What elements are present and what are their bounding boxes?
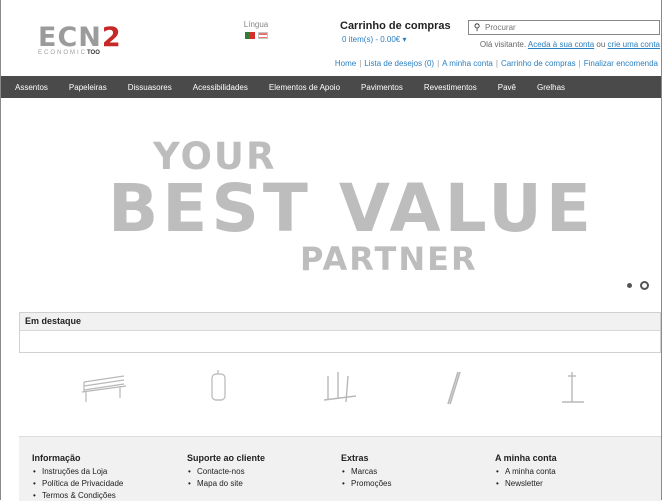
footer-heading: Informação <box>32 453 81 463</box>
cart-summary: Carrinho de compras 0 item(s) - 0.00€ ▾ <box>340 20 451 44</box>
flag-portugal-icon[interactable] <box>244 32 255 39</box>
nav-item-acessibilidades[interactable]: Acessibilidades <box>193 83 248 92</box>
search-icon[interactable]: ⚲ <box>469 22 485 33</box>
product-thumbnails <box>60 368 620 418</box>
footer-column-support: Suporte ao cliente Contacte-nos Mapa do … <box>187 453 265 491</box>
top-link-account[interactable]: A minha conta <box>442 59 493 68</box>
featured-section: Em destaque <box>19 312 661 353</box>
nav-item-grelhas[interactable]: Grelhas <box>537 83 565 92</box>
footer-link[interactable]: A minha conta <box>495 467 557 476</box>
product-post-image[interactable] <box>438 368 468 408</box>
nav-item-pavimentos[interactable]: Pavimentos <box>361 83 403 92</box>
footer-heading: Extras <box>341 453 369 463</box>
slider-pagination <box>627 281 649 290</box>
login-link[interactable]: Aceda à sua conta <box>528 40 594 49</box>
search-box: ⚲ <box>468 20 660 35</box>
footer-link[interactable]: Contacte-nos <box>187 467 265 476</box>
slider-dot-2-active[interactable] <box>640 281 649 290</box>
product-support-image[interactable] <box>556 368 590 408</box>
language-selector: Língua <box>236 20 276 39</box>
footer-column-extras: Extras Marcas Promoções <box>341 453 391 491</box>
language-label: Língua <box>243 20 269 29</box>
logo-text: ECN <box>38 22 102 53</box>
footer-link[interactable]: Marcas <box>341 467 391 476</box>
slider-dot-1[interactable] <box>627 283 632 288</box>
footer-column-info: Informação Instruções da Loja Política d… <box>32 453 123 503</box>
banner-line-2: BEST VALUE <box>108 170 595 247</box>
site-logo[interactable]: ECN2 ECONOMICTOO <box>38 24 122 56</box>
top-link-cart[interactable]: Carrinho de compras <box>501 59 576 68</box>
top-link-checkout[interactable]: Finalizar encomenda <box>584 59 658 68</box>
top-link-wishlist[interactable]: Lista de desejos (0) <box>364 59 434 68</box>
welcome-message: Olá visitante. Aceda à sua conta ou crie… <box>479 40 660 49</box>
footer-link[interactable]: Mapa do site <box>187 479 265 488</box>
top-links: Home | Lista de desejos (0) | A minha conta |… <box>334 59 658 68</box>
logo-subtitle: ECONOMIC <box>38 50 87 56</box>
footer-link[interactable]: Promoções <box>341 479 391 488</box>
search-input[interactable] <box>485 23 645 32</box>
logo-subtitle-bold: TOO <box>87 50 100 56</box>
logo-number: 2 <box>101 22 122 53</box>
nav-item-pave[interactable]: Pavê <box>498 83 516 92</box>
nav-item-assentos[interactable]: Assentos <box>15 83 48 92</box>
featured-title: Em destaque <box>20 313 660 331</box>
footer-link[interactable]: Política de Privacidade <box>32 479 123 488</box>
nav-item-elementos-de-apoio[interactable]: Elementos de Apoio <box>269 83 340 92</box>
product-bin-image[interactable] <box>208 368 230 408</box>
hero-banner[interactable]: YOUR BEST VALUE PARTNER <box>1 98 661 308</box>
footer-link[interactable]: Termos & Condições <box>32 491 123 500</box>
nav-item-papeleiras[interactable]: Papeleiras <box>69 83 107 92</box>
product-bollards-image[interactable] <box>320 368 360 406</box>
footer-link[interactable]: Instruções da Loja <box>32 467 123 476</box>
footer-heading: A minha conta <box>495 453 557 463</box>
top-link-home[interactable]: Home <box>335 59 356 68</box>
main-navigation: Assentos Papeleiras Dissuasores Acessibi… <box>1 76 661 98</box>
footer-heading: Suporte ao cliente <box>187 453 266 463</box>
banner-line-3: PARTNER <box>300 240 478 278</box>
footer-link[interactable]: Newsletter <box>495 479 557 488</box>
product-bench-image[interactable] <box>80 368 130 404</box>
site-footer: Informação Instruções da Loja Política d… <box>19 436 661 501</box>
flag-english-icon[interactable] <box>257 32 268 39</box>
nav-item-dissuasores[interactable]: Dissuasores <box>128 83 172 92</box>
footer-column-account: A minha conta A minha conta Newsletter <box>495 453 557 491</box>
register-link[interactable]: crie uma conta <box>608 40 660 49</box>
cart-title: Carrinho de compras <box>340 20 451 32</box>
nav-item-revestimentos[interactable]: Revestimentos <box>424 83 477 92</box>
cart-dropdown[interactable]: 0 item(s) - 0.00€ ▾ <box>342 35 451 44</box>
